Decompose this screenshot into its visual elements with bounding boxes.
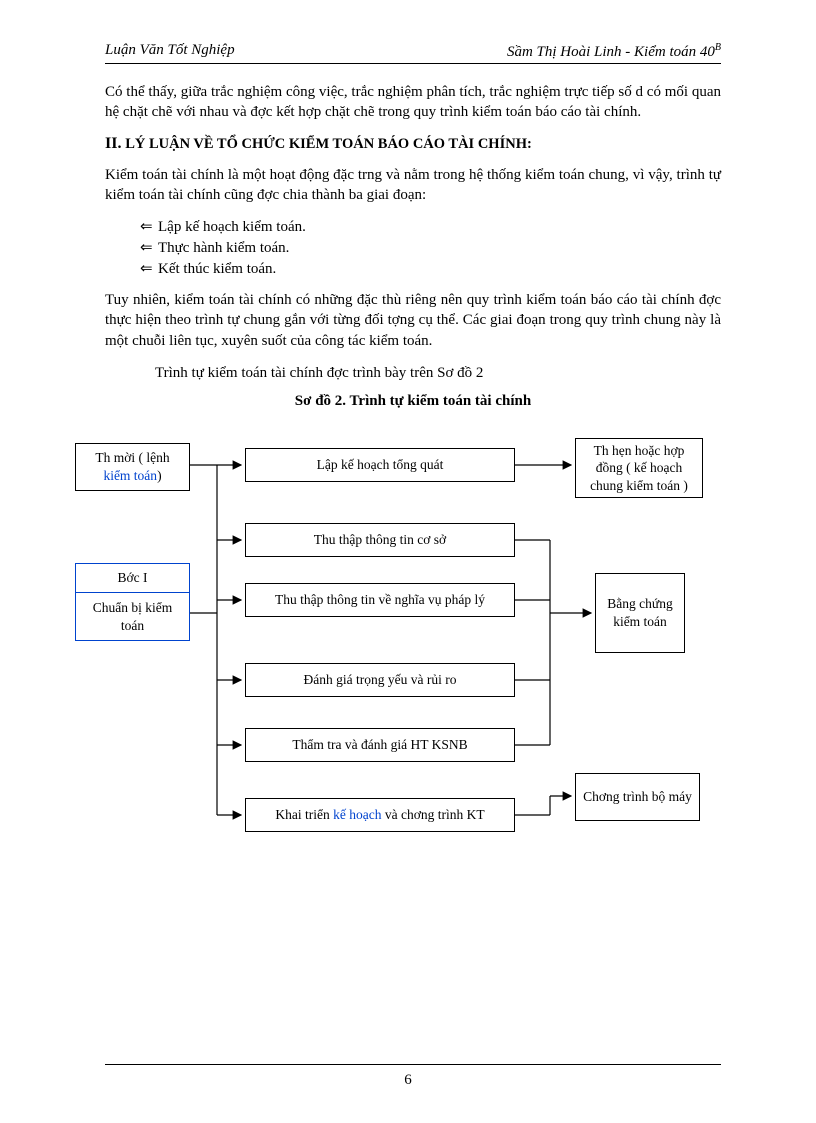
section-number: II. bbox=[105, 135, 121, 152]
box-mid-4: Đánh giá trọng yếu và rủi ro bbox=[245, 663, 515, 697]
list-item: ⇐Lập kế hoạch kiểm toán. bbox=[140, 217, 721, 236]
section-heading: II. LÝ LUẬN VỀ TỔ CHỨC KIỂM TOÁN BÁO CÁO… bbox=[105, 135, 721, 153]
page-number: 6 bbox=[0, 1072, 816, 1089]
box-mid-3: Thu thập thông tin về nghĩa vụ pháp lý bbox=[245, 583, 515, 617]
paragraph-1: Có thể thấy, giữa trắc nghiệm công việc,… bbox=[105, 82, 721, 123]
header-rule bbox=[105, 63, 721, 64]
arrow-left-icon: ⇐ bbox=[140, 259, 158, 278]
box-invite: Th mời ( lệnh kiểm toán) bbox=[75, 443, 190, 491]
paragraph-2: Kiểm toán tài chính là một hoạt động đặc… bbox=[105, 165, 721, 206]
box-step-label: Bớc I bbox=[75, 563, 190, 593]
box-mid-5: Thẩm tra và đánh giá HT KSNB bbox=[245, 728, 515, 762]
paragraph-4: Trình tự kiểm toán tài chính đợc trình b… bbox=[155, 363, 721, 383]
page-header: Luận Văn Tốt Nghiệp Sầm Thị Hoài Linh - … bbox=[105, 42, 721, 61]
list-item: ⇐Kết thúc kiểm toán. bbox=[140, 259, 721, 278]
paragraph-3: Tuy nhiên, kiểm toán tài chính có những … bbox=[105, 290, 721, 351]
list-item: ⇐Thực hành kiểm toán. bbox=[140, 238, 721, 257]
box-right-2: Bằng chứng kiểm toán bbox=[595, 573, 685, 653]
bullet-list: ⇐Lập kế hoạch kiểm toán. ⇐Thực hành kiểm… bbox=[140, 217, 721, 278]
header-left: Luận Văn Tốt Nghiệp bbox=[105, 42, 235, 61]
section-title: LÝ LUẬN VỀ TỔ CHỨC KIỂM TOÁN BÁO CÁO TÀI… bbox=[125, 136, 532, 152]
arrow-left-icon: ⇐ bbox=[140, 238, 158, 257]
footer-rule bbox=[105, 1064, 721, 1065]
diagram-title: Sơ đồ 2. Trình tự kiểm toán tài chính bbox=[105, 393, 721, 410]
header-right: Sầm Thị Hoài Linh - Kiểm toán 40B bbox=[507, 42, 721, 61]
box-mid-1: Lập kế hoạch tổng quát bbox=[245, 448, 515, 482]
flowchart: Th mời ( lệnh kiểm toán) Bớc I Chuẩn bị … bbox=[75, 438, 705, 888]
box-right-3: Chơng trình bộ máy bbox=[575, 773, 700, 821]
box-right-1: Th hẹn hoặc hợp đồng ( kế hoạch chung ki… bbox=[575, 438, 703, 498]
box-step-prepare: Chuẩn bị kiểm toán bbox=[75, 593, 190, 641]
box-mid-6: Khai triển kế hoạch và chơng trình KT bbox=[245, 798, 515, 832]
arrow-left-icon: ⇐ bbox=[140, 217, 158, 236]
box-mid-2: Thu thập thông tin cơ sở bbox=[245, 523, 515, 557]
